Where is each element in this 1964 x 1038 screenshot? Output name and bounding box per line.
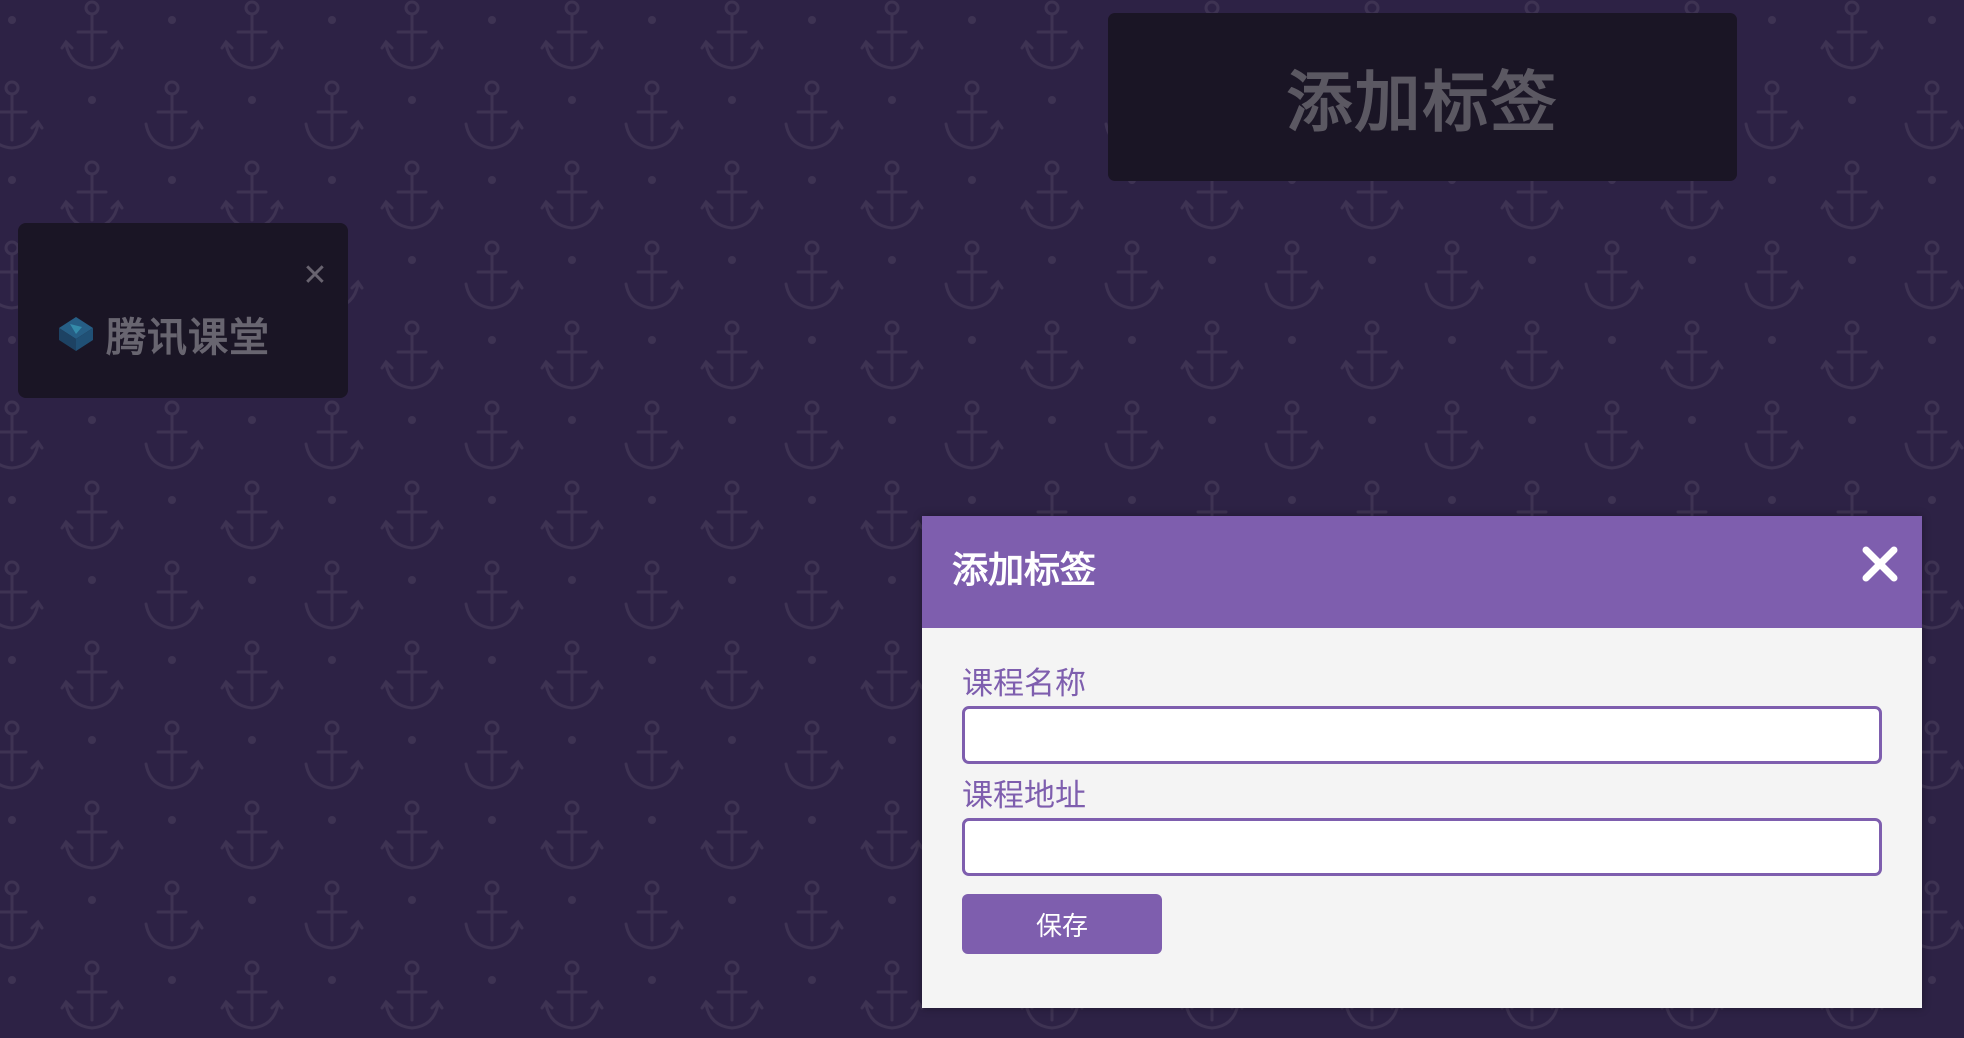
modal-body: 课程名称 课程地址 保存 bbox=[922, 628, 1922, 954]
course-name-label: 课程名称 bbox=[962, 666, 1086, 702]
add-tag-modal: 添加标签 课程名称 课程地址 保存 bbox=[922, 516, 1922, 1008]
course-name-input[interactable] bbox=[962, 706, 1882, 764]
modal-header: 添加标签 bbox=[922, 516, 1922, 628]
course-url-label: 课程地址 bbox=[962, 778, 1086, 814]
modal-title: 添加标签 bbox=[952, 550, 1097, 591]
save-button[interactable]: 保存 bbox=[962, 894, 1162, 954]
close-icon[interactable] bbox=[1860, 542, 1900, 586]
course-url-input[interactable] bbox=[962, 818, 1882, 876]
